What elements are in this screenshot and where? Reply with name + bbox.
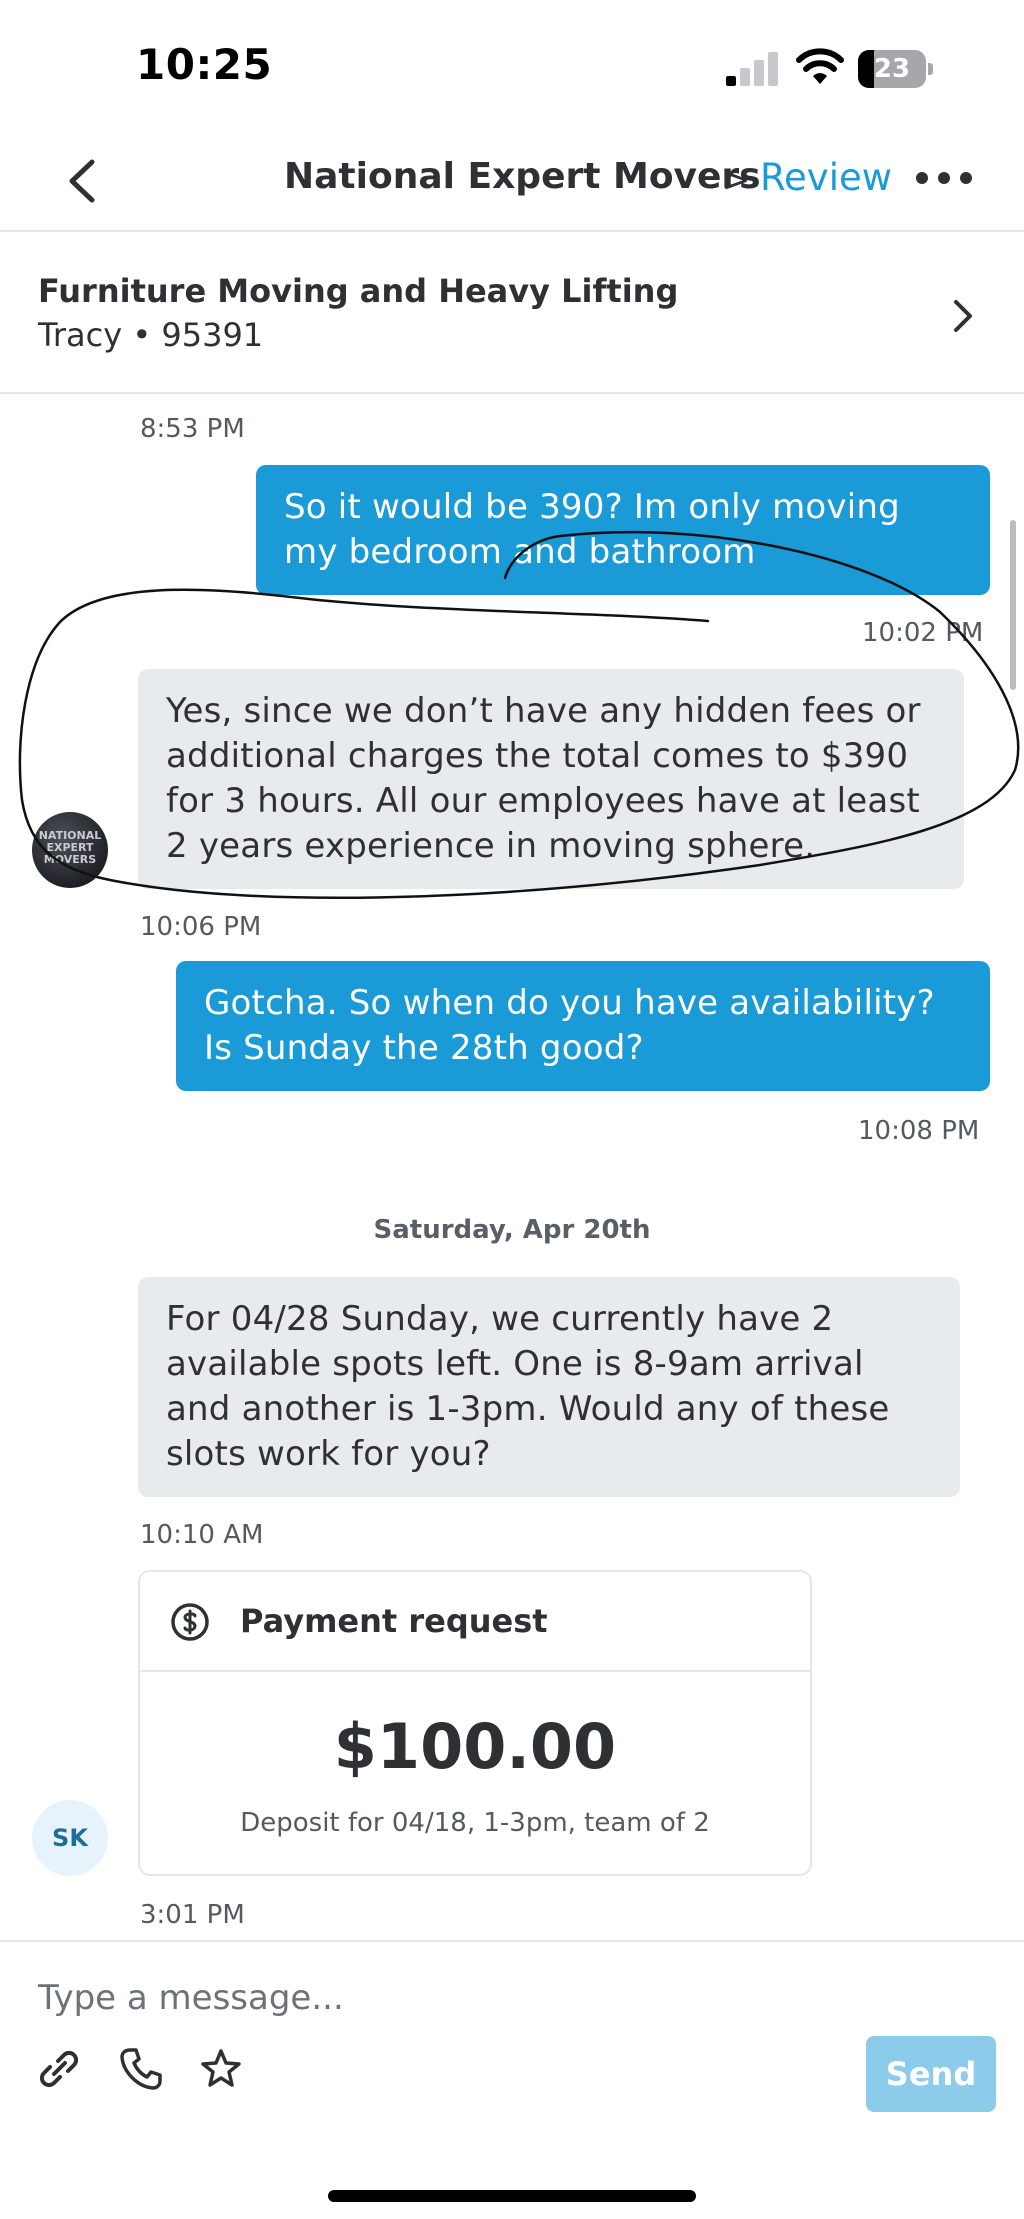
- message-timestamp: 10:10 AM: [140, 1520, 264, 1550]
- message-timestamp: 10:06 PM: [140, 912, 262, 942]
- pro-name-title[interactable]: National Expert Movers: [284, 156, 761, 197]
- paperclip-icon[interactable]: [34, 2044, 84, 2094]
- message-timestamp: 8:53 PM: [140, 414, 245, 444]
- project-summary-row[interactable]: Furniture Moving and Heavy Lifting Tracy…: [0, 232, 1024, 394]
- payment-request-header: Payment request: [140, 1572, 810, 1672]
- cellular-signal-icon: [726, 52, 778, 86]
- payment-request-title: Payment request: [240, 1602, 548, 1640]
- incoming-message: Yes, since we don’t have any hidden fees…: [138, 669, 964, 889]
- wifi-icon: [796, 48, 844, 84]
- payment-amount: $100.00: [333, 1710, 617, 1783]
- message-composer: Send: [0, 1940, 1024, 2219]
- message-timestamp: 10:02 PM: [862, 618, 984, 648]
- outgoing-message: Gotcha. So when do you have availability…: [176, 961, 990, 1091]
- payment-description: Deposit for 04/18, 1-3pm, team of 2: [240, 1808, 710, 1838]
- battery-level: 23: [873, 54, 911, 84]
- date-separator: Saturday, Apr 20th: [373, 1215, 651, 1245]
- back-chevron-icon[interactable]: [58, 154, 108, 208]
- phone-icon[interactable]: [116, 2044, 166, 2094]
- review-link[interactable]: Review: [760, 156, 892, 199]
- service-title: Furniture Moving and Heavy Lifting: [38, 272, 679, 310]
- outgoing-message: So it would be 390? Im only moving my be…: [256, 465, 990, 595]
- status-bar: 10:25 23: [0, 0, 1024, 130]
- pro-avatar-text: NATIONAL EXPERT MOVERS: [38, 829, 102, 866]
- service-location: Tracy • 95391: [38, 316, 264, 354]
- payment-request-card[interactable]: Payment request $100.00 Deposit for 04/1…: [138, 1570, 812, 1876]
- user-avatar: SK: [32, 1800, 108, 1876]
- message-input[interactable]: [38, 1970, 978, 2026]
- battery-icon: 23: [858, 50, 934, 88]
- message-timestamp: 3:01 PM: [140, 1900, 245, 1930]
- conversation-header: National Expert Movers > Review: [0, 130, 1024, 232]
- incoming-message: For 04/28 Sunday, we currently have 2 av…: [138, 1277, 960, 1497]
- star-icon[interactable]: [196, 2044, 246, 2094]
- pro-avatar: NATIONAL EXPERT MOVERS: [32, 812, 108, 888]
- chevron-right-icon: [954, 300, 972, 332]
- title-chevron: >: [722, 160, 751, 200]
- more-icon[interactable]: [916, 170, 972, 188]
- dollar-icon: [171, 1603, 209, 1641]
- send-button[interactable]: Send: [866, 2036, 996, 2112]
- status-time: 10:25: [136, 40, 273, 89]
- home-indicator[interactable]: [328, 2190, 696, 2202]
- message-timestamp: 10:08 PM: [858, 1116, 980, 1146]
- scrollbar[interactable]: [1010, 520, 1016, 690]
